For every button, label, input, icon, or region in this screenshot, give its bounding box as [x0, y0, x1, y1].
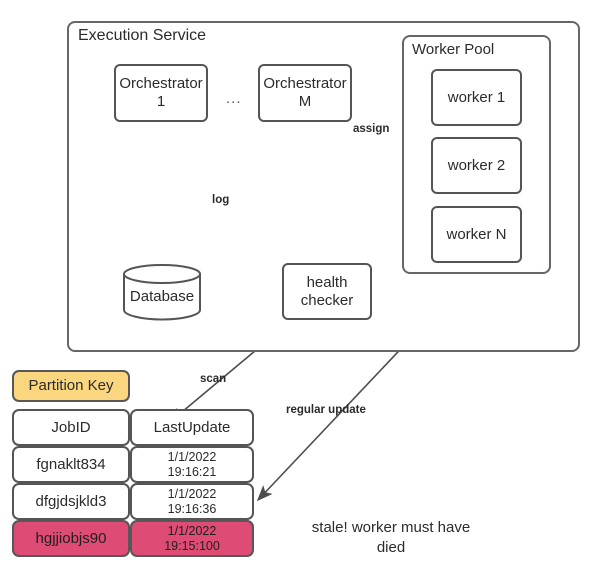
table-partition-key-header: Partition Key: [12, 370, 130, 402]
table-row-lastupdate-date-0: 1/1/2022: [167, 450, 217, 465]
orchestrator-ellipsis: ...: [226, 90, 242, 107]
table-row-lastupdate-2: 1/1/2022 19:15:100: [130, 520, 254, 557]
orchestrator-1-label-line1: Orchestrator: [119, 75, 203, 93]
health-checker-node[interactable]: health checker: [282, 263, 372, 320]
database-label: Database: [129, 288, 195, 305]
worker-1-node[interactable]: worker 1: [431, 69, 522, 126]
edge-label-assign: assign: [353, 123, 390, 135]
worker-pool-title: Worker Pool: [412, 41, 495, 58]
table-row-lastupdate-time-1: 19:16:36: [167, 501, 217, 516]
health-checker-label-line2: checker: [300, 291, 354, 309]
orchestrator-m-node[interactable]: Orchestrator M: [258, 64, 352, 122]
table-column-header-jobid: JobID: [12, 409, 130, 446]
worker-1-label: worker 1: [447, 88, 506, 106]
stale-annotation-line2: died: [376, 538, 406, 556]
edge-label-scan: scan: [200, 373, 227, 385]
table-row-lastupdate-date-2: 1/1/2022: [167, 524, 217, 539]
diagram-canvas: Execution Service Worker Pool Orchestrat…: [0, 0, 597, 572]
table-row-lastupdate-0: 1/1/2022 19:16:21: [130, 446, 254, 483]
execution-service-title: Execution Service: [78, 27, 207, 44]
edge-label-log: log: [212, 194, 230, 206]
table-column-header-lastupdate: LastUpdate: [130, 409, 254, 446]
worker-n-label: worker N: [446, 225, 507, 243]
table-row-lastupdate-date-1: 1/1/2022: [167, 487, 217, 502]
orchestrator-m-label-line1: Orchestrator: [263, 75, 347, 93]
table-row-lastupdate-time-2: 19:15:100: [164, 538, 220, 553]
health-checker-label-line1: health: [306, 273, 348, 291]
worker-2-node[interactable]: worker 2: [431, 137, 522, 194]
stale-annotation: stale! worker must have died: [266, 518, 516, 557]
table-row-lastupdate-1: 1/1/2022 19:16:36: [130, 483, 254, 520]
table-row-jobid-2: hgjjiobjs90: [12, 520, 130, 557]
orchestrator-1-label-line2: 1: [156, 93, 166, 110]
worker-n-node[interactable]: worker N: [431, 206, 522, 263]
table-row-jobid-1: dfgjdsjkld3: [12, 483, 130, 520]
stale-annotation-line1: stale! worker must have: [311, 519, 471, 536]
orchestrator-1-node[interactable]: Orchestrator 1: [114, 64, 208, 122]
database-node[interactable]: Database: [123, 263, 201, 321]
edge-label-regular-update: regular update: [286, 404, 366, 416]
table-row-lastupdate-time-0: 19:16:21: [167, 464, 217, 479]
orchestrator-m-label-line2: M: [298, 93, 312, 110]
worker-2-label: worker 2: [447, 156, 506, 174]
table-row-jobid-0: fgnaklt834: [12, 446, 130, 483]
